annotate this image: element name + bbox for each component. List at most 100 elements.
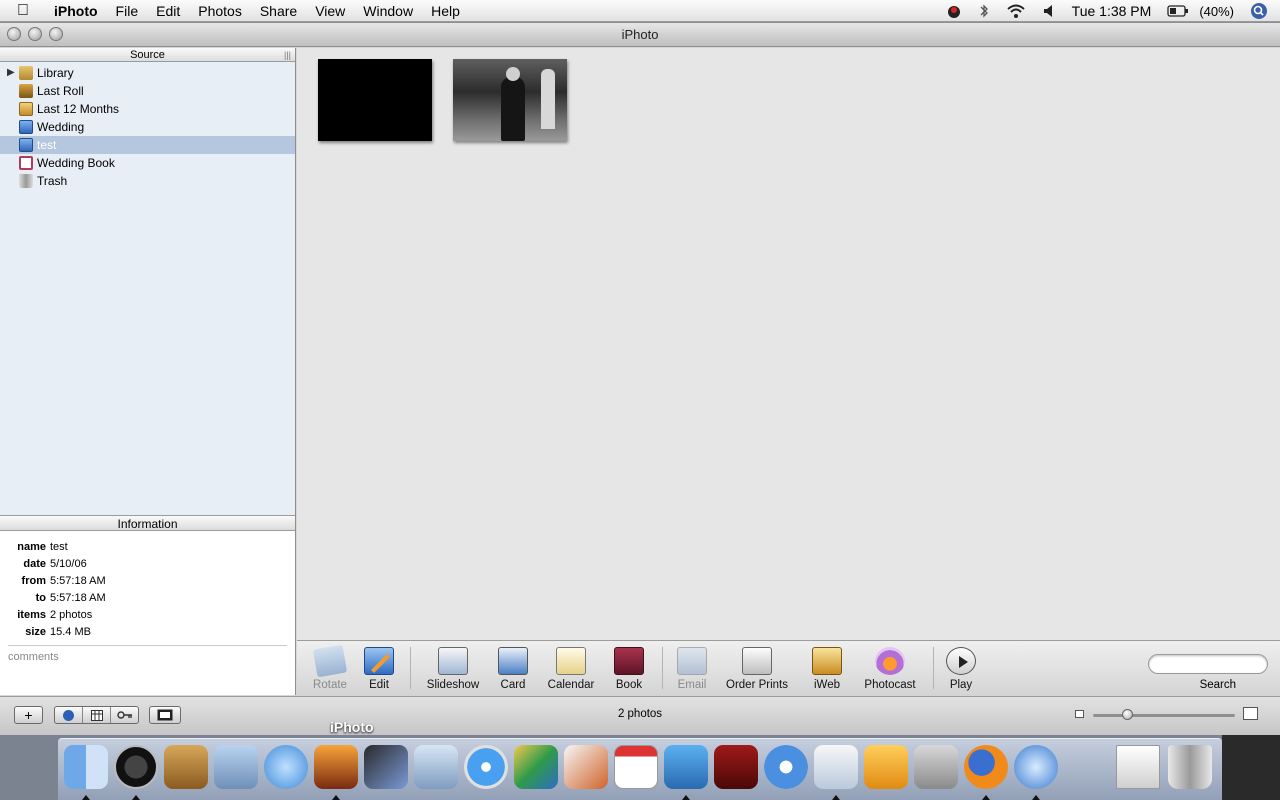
photo-face-shape [506,67,520,81]
rotate-icon [312,644,348,678]
title-bar[interactable]: iPhoto [0,23,1280,47]
source-item-test[interactable]: test [0,136,295,154]
photo-figure-shape [541,69,555,129]
menu-edit[interactable]: Edit [147,0,189,22]
order-prints-icon [742,647,772,675]
clock-text[interactable]: Tue 1:38 PM [1064,3,1160,19]
column-resize-icon[interactable]: ||| [284,48,291,62]
photo-count-text: 2 photos [617,708,663,720]
menu-window[interactable]: Window [354,0,422,22]
zoom-button[interactable] [49,27,63,41]
info-value[interactable]: test [50,539,68,556]
menu-app-name[interactable]: iPhoto [46,0,107,22]
photo-figure-shape [501,77,525,141]
firefox-icon[interactable] [964,745,1008,789]
book-icon [19,156,33,170]
info-row-name: name test [0,539,295,556]
source-item-label: Wedding [37,120,85,134]
dashboard-icon[interactable] [114,745,158,789]
info-key: size [25,626,46,638]
info-value: 5:57:18 AM [50,575,106,587]
search-label: Search [1199,679,1236,691]
source-item-wedding-book[interactable]: Wedding Book [0,154,295,172]
info-value[interactable]: 5/10/06 [50,556,87,573]
running-indicator [1032,795,1040,800]
photo-browser[interactable] [297,48,1280,640]
running-indicator [82,795,90,800]
menu-photos[interactable]: Photos [189,0,251,22]
dock [58,738,1222,800]
ical-icon[interactable] [614,745,658,789]
disclosure-triangle-icon[interactable]: ▶ [7,67,15,78]
iweb-button[interactable]: iWeb [809,647,845,691]
info-value: 15.4 MB [50,626,91,638]
source-item-wedding[interactable]: Wedding [0,118,295,136]
thumbnail-size-slider[interactable] [1093,714,1235,717]
menu-share[interactable]: Share [251,0,306,22]
rotate-button[interactable]: Rotate [311,644,349,691]
minimized-window-icon[interactable] [1116,745,1160,789]
edit-button[interactable]: Edit [363,647,395,691]
imovie-icon[interactable] [364,745,408,789]
slideshow-button[interactable]: Slideshow [425,647,481,691]
finder-icon[interactable] [64,745,108,789]
search-input[interactable] [1148,654,1268,674]
slider-knob[interactable] [1122,709,1133,720]
textedit-icon[interactable] [814,745,858,789]
automator-icon[interactable] [664,745,708,789]
iphoto-icon[interactable] [314,745,358,789]
trash-icon[interactable] [1168,745,1212,789]
menu-help[interactable]: Help [422,0,469,22]
sketch-app-icon[interactable] [564,745,608,789]
money-app-icon[interactable] [864,745,908,789]
calendar-button[interactable]: Calendar [546,647,596,691]
comments-field[interactable]: comments [8,645,287,663]
photo-thumbnail[interactable] [453,59,567,141]
source-item-last-12-months[interactable]: Last 12 Months [0,100,295,118]
painter-icon[interactable] [514,745,558,789]
mail-icon[interactable] [214,745,258,789]
order-prints-button[interactable]: Order Prints [723,647,791,691]
address-book-icon[interactable] [164,745,208,789]
sync-icon[interactable] [1014,745,1058,789]
status-bug-icon[interactable] [938,3,970,19]
preview-icon[interactable] [414,745,458,789]
minimize-button[interactable] [28,27,42,41]
battery-icon[interactable] [1159,5,1197,17]
menu-view[interactable]: View [306,0,354,22]
info-value: 2 photos [50,609,93,621]
running-indicator [132,795,140,800]
safari-icon[interactable] [764,745,808,789]
book-button[interactable]: Book [613,647,645,691]
front-row-icon[interactable] [714,745,758,789]
calculator-icon[interactable] [914,745,958,789]
play-button[interactable]: Play [945,647,977,691]
info-value: 5:57:18 AM [50,592,106,604]
idvd-icon[interactable] [464,745,508,789]
photocast-label: Photocast [864,679,916,691]
iweb-label: iWeb [814,679,840,691]
album-icon [19,138,33,152]
info-key: name [17,541,46,553]
card-button[interactable]: Card [497,647,529,691]
wifi-icon[interactable] [998,3,1034,19]
spotlight-icon[interactable] [1242,2,1280,20]
bluetooth-icon[interactable] [970,3,998,19]
source-item-last-roll[interactable]: Last Roll [0,82,295,100]
info-key: items [17,609,46,621]
source-item-library[interactable]: ▶ Library [0,64,295,82]
large-size-icon[interactable] [1243,707,1258,720]
menu-file[interactable]: File [107,0,148,22]
apple-menu-icon[interactable]:  [0,2,46,20]
order-prints-label: Order Prints [726,679,788,691]
photocast-button[interactable]: Photocast [862,647,918,691]
email-button[interactable]: Email [674,647,710,691]
source-item-trash[interactable]: Trash [0,172,295,190]
itunes-icon[interactable] [264,745,308,789]
small-size-icon[interactable] [1075,710,1084,718]
volume-icon[interactable] [1034,3,1064,19]
source-item-label: Trash [37,174,68,188]
toolbar-divider [662,647,663,689]
photo-thumbnail[interactable] [318,59,432,141]
close-button[interactable] [7,27,21,41]
